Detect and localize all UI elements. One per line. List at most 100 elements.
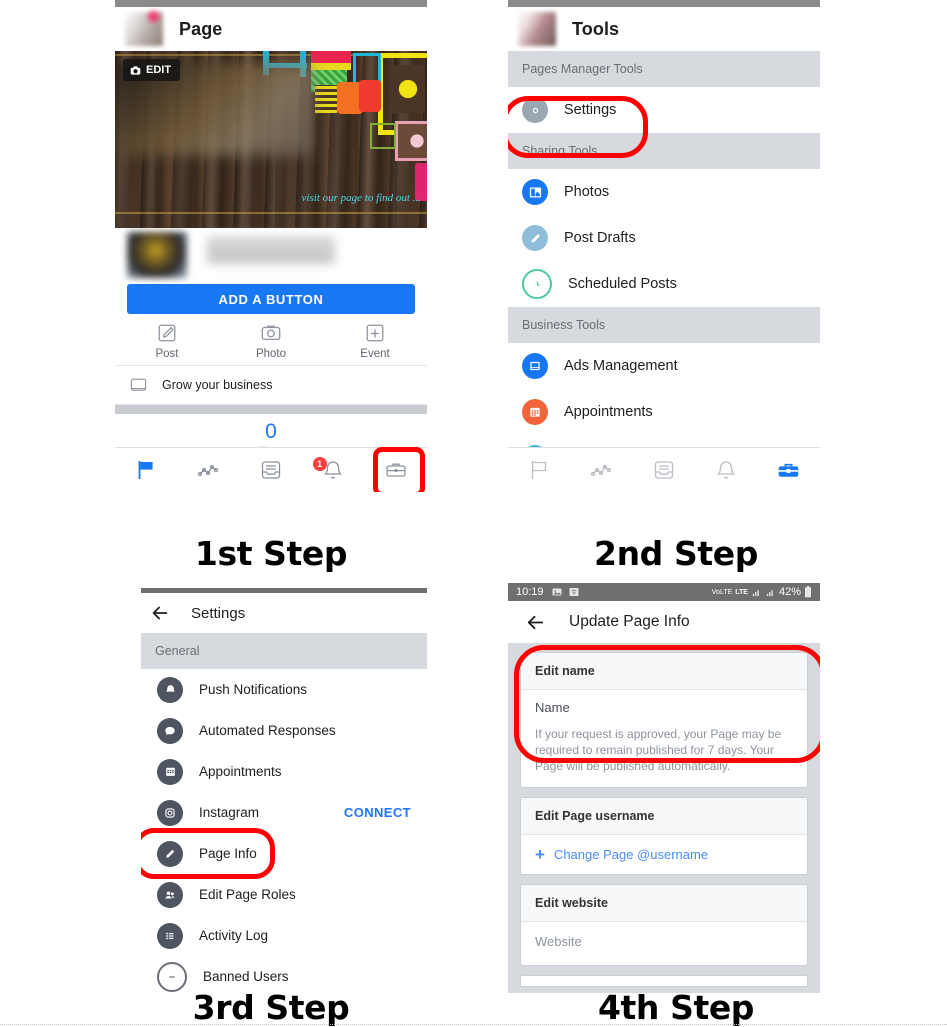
flag-icon — [532, 461, 547, 479]
camera-icon — [261, 325, 281, 341]
gear-glyph — [532, 107, 538, 113]
tools-item-photos[interactable]: Photos — [508, 169, 820, 215]
flag-icon — [138, 461, 153, 479]
people-glyph — [165, 891, 175, 898]
calendar-glyph — [165, 767, 175, 776]
cover-photo[interactable]: EDIT visit our page to find out ... — [115, 51, 427, 228]
tools-item-appointments[interactable]: Appointments — [508, 389, 820, 435]
minus-circle-icon — [157, 961, 187, 992]
nav-insights[interactable] — [570, 458, 632, 482]
settings-item-label: Automated Responses — [199, 723, 336, 738]
device-status-bar: 10:19 VoLTE LTE 42% — [508, 583, 820, 601]
calendar-glyph — [530, 407, 540, 417]
battery-icon — [805, 586, 811, 598]
name-input[interactable]: Name — [535, 700, 793, 715]
ads-glyph — [530, 361, 540, 371]
tools-item-label: Appointments — [564, 404, 653, 420]
settings-title: Settings — [191, 604, 246, 622]
add-a-button[interactable]: ADD A BUTTON — [127, 284, 415, 314]
edit-cover-label: EDIT — [146, 64, 172, 76]
card-edit-username-header: Edit Page username — [521, 798, 807, 835]
tools-title: Tools — [572, 18, 620, 39]
action-event-label: Event — [360, 348, 390, 360]
calendar-icon — [157, 758, 183, 785]
cover-decor-motif — [391, 65, 425, 113]
grow-your-business-row[interactable]: Grow your business — [115, 366, 427, 405]
action-photo[interactable]: Photo — [219, 322, 323, 360]
change-page-username-link[interactable]: + Change Page @username — [521, 835, 807, 874]
card-edit-website: Edit website Website — [520, 884, 808, 966]
cover-decor-red — [359, 80, 381, 112]
instagram-connect-button[interactable]: CONNECT — [344, 805, 411, 820]
settings-item-page-info[interactable]: Page Info — [141, 833, 427, 874]
settings-item-label: Instagram — [199, 805, 260, 820]
chat-icon — [157, 717, 183, 744]
profile-avatar[interactable] — [127, 232, 187, 278]
bell-glyph — [165, 685, 175, 692]
action-post-label: Post — [155, 348, 179, 360]
image-icon — [552, 588, 562, 596]
insights-icon — [197, 464, 218, 477]
pencil-icon — [522, 225, 548, 251]
card-edit-page-username: Edit Page username + Change Page @userna… — [520, 797, 808, 875]
minus-glyph — [169, 975, 175, 978]
page-avatar-thumbnail — [125, 12, 163, 46]
notification-badge: 1 — [312, 457, 327, 471]
instagram-icon — [157, 799, 183, 826]
settings-item-activity-log[interactable]: Activity Log — [141, 915, 427, 956]
photos-icon — [522, 179, 548, 205]
panel-tools-screenshot: Tools Pages Manager Tools Settings Shari… — [508, 0, 820, 492]
settings-item-push-notifications[interactable]: Push Notifications — [141, 669, 427, 710]
settings-item-edit-page-roles[interactable]: Edit Page Roles — [141, 874, 427, 915]
pencil-icon — [157, 840, 183, 867]
tools-item-settings[interactable]: Settings — [508, 87, 820, 133]
settings-item-label: Banned Users — [203, 969, 289, 984]
quick-actions: Post Photo Event — [115, 314, 427, 366]
settings-item-label: Push Notifications — [199, 682, 308, 697]
nav-notifications[interactable] — [695, 458, 757, 482]
back-arrow-icon[interactable] — [149, 602, 171, 624]
panel-update-page-info-screenshot: 10:19 VoLTE LTE 42% Update Page Info Edi… — [508, 583, 820, 993]
page-title: Page — [179, 18, 223, 39]
settings-item-automated-responses[interactable]: Automated Responses — [141, 710, 427, 751]
chat-glyph — [165, 726, 175, 735]
settings-item-appointments[interactable]: Appointments — [141, 751, 427, 792]
nav-tools[interactable] — [758, 458, 820, 483]
settings-item-instagram[interactable]: Instagram CONNECT — [141, 792, 427, 833]
settings-item-label: Activity Log — [199, 928, 269, 943]
card-edit-name-header: Edit name — [521, 653, 807, 690]
panel-settings-screenshot: Settings General Push Notifications Auto… — [141, 588, 427, 993]
profile-name-blurred — [207, 236, 335, 264]
card-edit-name-body: Name If your request is approved, your P… — [521, 690, 807, 787]
edit-name-note: If your request is approved, your Page m… — [535, 727, 782, 773]
cover-decor-yellow-strip — [311, 63, 351, 70]
action-event[interactable]: Event — [323, 322, 427, 360]
page-avatar-thumbnail — [518, 12, 556, 46]
card-edit-name: Edit name Name If your request is approv… — [520, 652, 808, 788]
nav-inbox[interactable] — [240, 458, 302, 482]
back-arrow-icon[interactable] — [524, 611, 547, 634]
edit-cover-button[interactable]: EDIT — [123, 59, 181, 81]
section-pages-manager-tools: Pages Manager Tools — [508, 51, 820, 87]
nav-flag[interactable] — [508, 458, 570, 482]
nav-insights[interactable] — [177, 458, 239, 482]
tools-item-scheduled-posts[interactable]: Scheduled Posts — [508, 261, 820, 307]
card-edit-website-header: Edit website — [521, 885, 807, 922]
nav-notifications[interactable]: 1 — [302, 457, 364, 482]
nav-inbox[interactable] — [633, 458, 695, 482]
action-post[interactable]: Post — [115, 322, 219, 360]
bottom-nav-bar — [508, 447, 820, 492]
nav-flag[interactable] — [115, 458, 177, 482]
tools-item-ads-management[interactable]: Ads Management — [508, 343, 820, 389]
tools-item-post-drafts[interactable]: Post Drafts — [508, 215, 820, 261]
section-sharing-tools: Sharing Tools — [508, 133, 820, 169]
cover-decor-yellow-small — [315, 85, 337, 113]
step-caption-4: 4th Step — [597, 988, 755, 1027]
page-header: Page — [115, 7, 427, 51]
website-input[interactable]: Website — [521, 922, 807, 965]
device-top-bar — [115, 0, 427, 7]
volte-indicator: VoLTE — [711, 588, 733, 596]
signal-icon-1 — [752, 589, 759, 596]
nav-tools[interactable] — [365, 458, 427, 482]
inbox-icon — [654, 461, 674, 479]
